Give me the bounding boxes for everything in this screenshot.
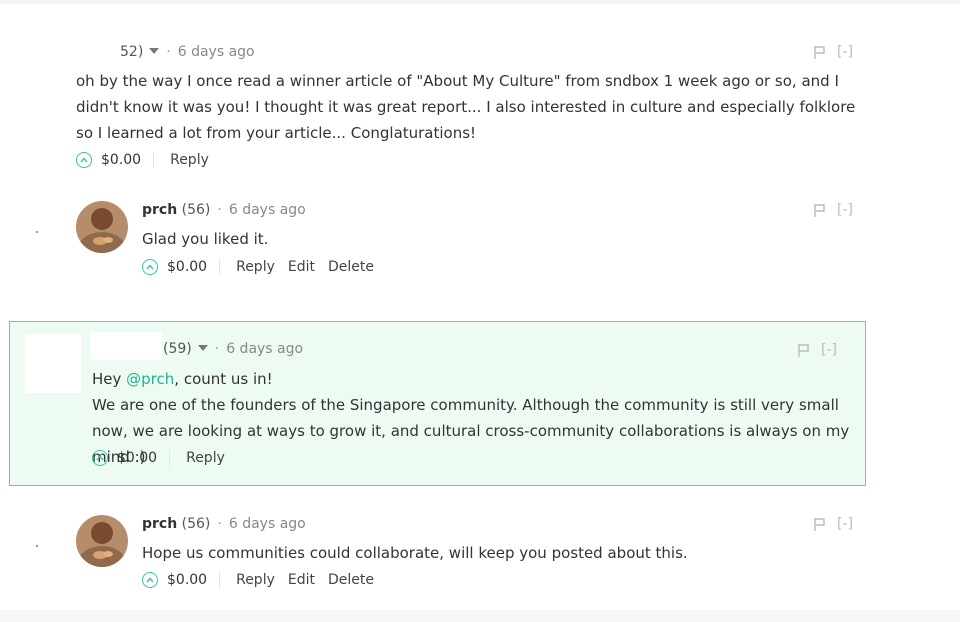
avatar[interactable] [25,334,81,393]
author-name[interactable]: prch [142,202,177,218]
collapse-toggle[interactable]: [-] [837,516,853,532]
delete-button[interactable]: Delete [328,259,374,275]
comment-footer: $0.00 Reply [76,152,222,168]
payout-value[interactable]: $0.00 [167,572,221,588]
upvote-button[interactable] [142,259,158,275]
payout-value[interactable]: $0.00 [117,450,171,466]
upvote-button[interactable] [76,152,92,168]
payout-value[interactable]: $0.00 [167,259,221,275]
flag-controls: [-] [798,342,837,358]
text-suffix: , count us in! [174,370,273,388]
comment-timestamp[interactable]: 6 days ago [229,202,306,218]
edit-button[interactable]: Edit [288,259,315,275]
caret-down-icon[interactable] [149,48,160,54]
author-name[interactable]: prch [142,516,177,532]
comment-timestamp[interactable]: 6 days ago [226,341,303,357]
meta-separator: · [217,516,222,532]
text-prefix: Hey [92,370,127,388]
comment-timestamp[interactable]: 6 days ago [178,44,255,60]
avatar[interactable] [76,201,128,253]
upvote-button[interactable] [142,572,158,588]
meta-separator: · [214,341,220,357]
caret-down-icon[interactable] [197,345,208,351]
comment-meta: (59) · 6 days ago [163,341,303,357]
reply-button[interactable]: Reply [236,572,275,588]
payout-value[interactable]: $0.00 [101,152,155,168]
flag-controls: [-] [814,516,853,532]
comment-footer: $0.00 Reply [92,450,238,466]
comment-line: Hey @prch, count us in! [92,366,852,392]
comment-body: Hope us communities could collaborate, w… [142,544,688,562]
author-reputation: (56) [181,202,211,218]
author-reputation: (56) [181,516,211,532]
thread-marker [36,231,38,233]
flag-icon[interactable] [814,203,825,217]
collapse-toggle[interactable]: [-] [821,342,837,358]
comment-body: Glad you liked it. [142,230,269,248]
thread-marker [36,545,38,547]
flag-icon[interactable] [798,343,809,357]
flag-controls: [-] [814,202,853,218]
comment-meta: prch (56) · 6 days ago [142,202,306,218]
edit-button[interactable]: Edit [288,572,315,588]
meta-separator: · [166,44,171,60]
collapse-toggle[interactable]: [-] [837,202,853,218]
delete-button[interactable]: Delete [328,572,374,588]
upvote-button[interactable] [92,450,108,466]
author-name[interactable] [90,332,162,360]
avatar[interactable] [76,515,128,567]
top-divider [0,0,960,4]
author-reputation: 52) [120,44,144,60]
reply-button[interactable]: Reply [170,152,209,168]
comment-footer: $0.00 Reply Edit Delete [142,572,387,588]
reply-button[interactable]: Reply [186,450,225,466]
comment-meta: 52) · 6 days ago [120,44,255,60]
flag-icon[interactable] [814,45,825,59]
meta-separator: · [217,202,222,218]
comment-footer: $0.00 Reply Edit Delete [142,259,387,275]
bottom-divider [0,610,960,622]
user-mention-link[interactable]: @prch [126,370,174,388]
reply-button[interactable]: Reply [236,259,275,275]
flag-controls: [-] [814,44,853,60]
comment-meta: prch (56) · 6 days ago [142,516,306,532]
collapse-toggle[interactable]: [-] [837,44,853,60]
comment-body: oh by the way I once read a winner artic… [76,72,856,142]
comment-timestamp[interactable]: 6 days ago [229,516,306,532]
flag-icon[interactable] [814,517,825,531]
author-reputation: (59) [163,341,192,357]
